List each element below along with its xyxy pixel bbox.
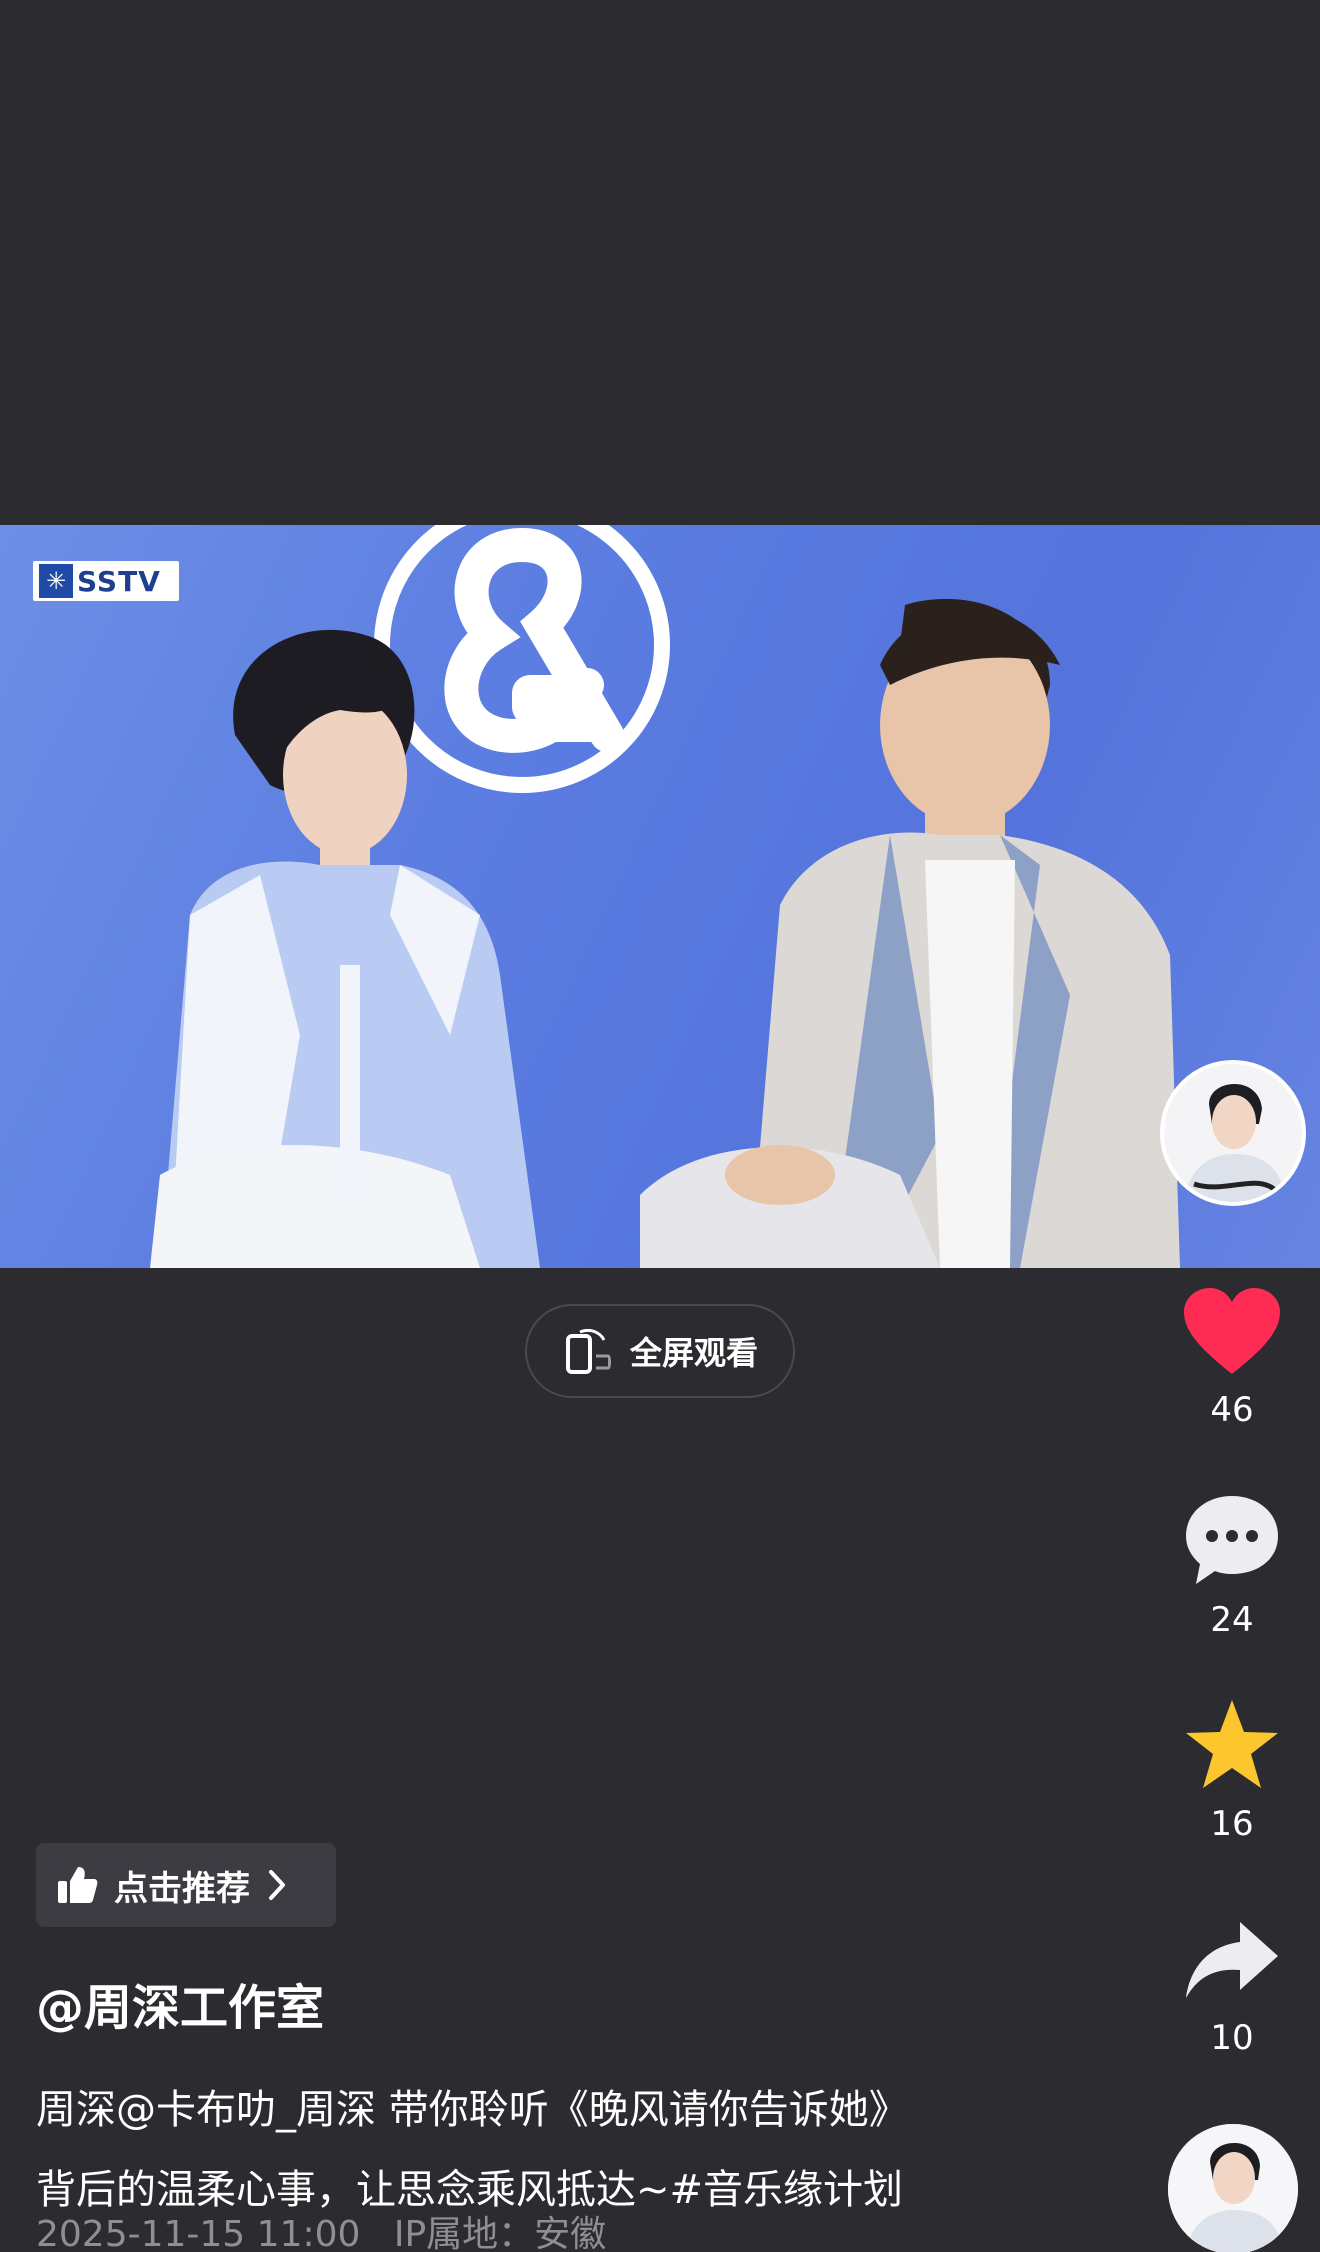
comment-bubble-icon [1186, 1496, 1278, 1584]
fullscreen-label: 全屏观看 [629, 1334, 758, 1372]
comment-count: 24 [1210, 1600, 1254, 1640]
post-date: 2025-11-15 11:00 [36, 2214, 361, 2252]
rotate-screen-icon [565, 1328, 611, 1374]
recommend-label: 点击推荐 [114, 1868, 250, 1909]
heart-icon [1184, 1288, 1280, 1374]
thumbs-up-icon [58, 1867, 98, 1903]
like-count: 46 [1210, 1390, 1254, 1430]
guest-right [640, 598, 1180, 1268]
share-arrow-icon [1186, 1922, 1278, 1998]
sstv-watermark-text: SSTV [77, 564, 161, 598]
star-icon [1186, 1700, 1278, 1788]
comment-button[interactable]: 24 [1172, 1492, 1292, 1640]
sstv-watermark: ✳ SSTV [33, 561, 179, 601]
avatar-portrait-icon [1164, 1064, 1302, 1202]
favorite-button[interactable]: 16 [1172, 1696, 1292, 1844]
ip-location: IP属地：安徽 [393, 2214, 607, 2252]
fullscreen-button[interactable]: 全屏观看 [525, 1304, 795, 1398]
video-player[interactable]: ✳ SSTV [0, 525, 1320, 1268]
recommend-button[interactable]: 点击推荐 [36, 1843, 336, 1927]
douyin-video-page: ✳ SSTV 全屏观看 46 24 16 10 点击推荐 @周深工作室 周深@卡… [0, 0, 1320, 2252]
post-meta: 2025-11-15 11:00 IP属地：安徽 [36, 2205, 628, 2252]
guest-left [150, 629, 540, 1268]
author-avatar-floating[interactable] [1160, 1060, 1306, 1206]
author-name[interactable]: @周深工作室 [36, 1968, 324, 2038]
music-disc-avatar[interactable] [1168, 2124, 1298, 2252]
music-disc-icon [1168, 2124, 1298, 2252]
like-button[interactable]: 46 [1172, 1286, 1292, 1430]
caption-line-1: 周深@卡布叻_周深 带你聆听《晚风请你告诉她》 [36, 2087, 909, 2133]
favorite-count: 16 [1210, 1804, 1254, 1844]
share-count: 10 [1210, 2018, 1254, 2058]
chevron-right-icon [269, 1870, 285, 1900]
share-button[interactable]: 10 [1172, 1916, 1292, 2058]
sstv-star-icon: ✳ [39, 564, 73, 598]
